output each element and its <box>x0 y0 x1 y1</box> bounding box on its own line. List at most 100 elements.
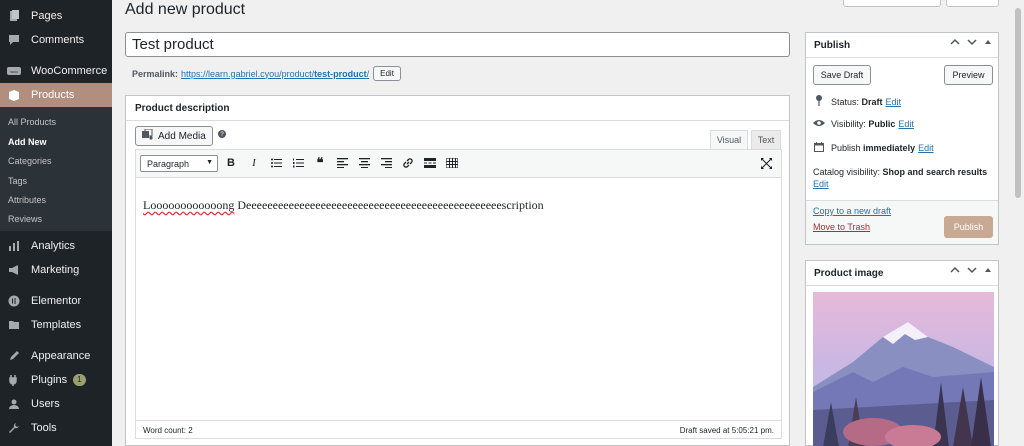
visibility-row: Visibility: Public Edit <box>813 119 914 129</box>
publish-time-edit-link[interactable]: Edit <box>918 143 934 153</box>
copy-to-draft-link[interactable]: Copy to a new draft <box>813 206 891 216</box>
sidebar-item-label: Tools <box>31 422 57 434</box>
numbered-list-icon[interactable] <box>291 156 305 170</box>
product-image-thumbnail[interactable] <box>813 292 994 446</box>
read-more-icon[interactable] <box>423 156 437 170</box>
fullscreen-icon[interactable] <box>759 156 773 170</box>
submenu-item-tags[interactable]: Tags <box>8 176 27 186</box>
page-scrollbar[interactable] <box>1012 0 1024 446</box>
comments-icon <box>7 33 21 47</box>
add-media-label: Add Media <box>158 130 206 142</box>
permalink-trailing: / <box>366 68 370 79</box>
box-controls <box>950 38 992 49</box>
marketing-icon <box>7 263 21 277</box>
woocommerce-icon: woo <box>7 64 21 78</box>
sidebar-item-label: Elementor <box>31 295 82 307</box>
chevron-up-icon[interactable] <box>950 38 960 49</box>
align-left-icon[interactable] <box>335 156 349 170</box>
link-icon[interactable] <box>401 156 415 170</box>
blockquote-icon[interactable]: ❝ <box>313 155 327 170</box>
publish-actions: Copy to a new draft Move to Trash Publis… <box>806 200 998 244</box>
box-controls <box>950 266 992 277</box>
permalink-edit-button[interactable]: Edit <box>373 66 401 81</box>
product-title-input[interactable] <box>125 32 790 57</box>
visibility-label: Visibility: <box>831 119 866 129</box>
visibility-edit-link[interactable]: Edit <box>898 119 914 129</box>
status-edit-link[interactable]: Edit <box>886 97 902 107</box>
submenu-item-add-new[interactable]: Add New <box>8 137 47 147</box>
submenu-item-reviews[interactable]: Reviews <box>8 214 42 224</box>
sidebar-item-tools[interactable]: Tools <box>0 416 112 440</box>
permalink-link[interactable]: https://learn.gabriel.cyou/product/test-… <box>181 69 369 79</box>
submenu-item-attributes[interactable]: Attributes <box>8 195 46 205</box>
sidebar-item-elementor[interactable]: Elementor <box>0 289 112 313</box>
sidebar-item-label: Users <box>31 398 60 410</box>
align-right-icon[interactable] <box>379 156 393 170</box>
save-draft-button[interactable]: Save Draft <box>813 65 871 85</box>
sidebar-item-label: Templates <box>31 319 82 331</box>
content-word: Loooooooooooong <box>143 198 235 212</box>
tools-icon <box>7 421 21 435</box>
bulleted-list-icon[interactable] <box>269 156 283 170</box>
tab-text[interactable]: Text <box>751 130 781 149</box>
publish-button[interactable]: Publish <box>944 216 993 238</box>
divider <box>806 57 998 58</box>
italic-icon[interactable]: I <box>247 156 261 170</box>
editor-status-bar: Word count: 2 Draft saved at 5:05:21 pm. <box>136 420 781 438</box>
align-center-icon[interactable] <box>357 156 371 170</box>
sidebar-item-products[interactable]: Products <box>0 83 112 107</box>
chevron-up-icon[interactable] <box>950 266 960 277</box>
tab-visual[interactable]: Visual <box>710 130 748 149</box>
catalog-visibility-edit-link[interactable]: Edit <box>813 179 829 189</box>
format-select[interactable]: Paragraph ▼ <box>140 155 218 172</box>
scrollbar-thumb[interactable] <box>1015 8 1021 198</box>
draft-saved-status: Draft saved at 5:05:21 pm. <box>679 426 774 435</box>
move-to-trash-link[interactable]: Move to Trash <box>813 222 870 232</box>
sidebar-item-pages[interactable]: Pages <box>0 4 112 28</box>
submenu-item-all-products[interactable]: All Products <box>8 117 56 127</box>
collapse-icon[interactable] <box>984 38 992 49</box>
publish-heading: Publish <box>814 40 851 51</box>
toolbar-toggle-icon[interactable] <box>445 156 459 170</box>
bold-icon[interactable]: B <box>224 156 238 170</box>
analytics-icon <box>7 239 21 253</box>
templates-icon <box>7 318 21 332</box>
sidebar-item-plugins[interactable]: Plugins 1 <box>0 368 112 392</box>
submenu-item-categories[interactable]: Categories <box>8 156 52 166</box>
chevron-down-icon[interactable] <box>967 266 977 277</box>
preview-button[interactable]: Preview <box>944 65 993 85</box>
sidebar-item-users[interactable]: Users <box>0 392 112 416</box>
collapse-icon[interactable] <box>984 266 992 277</box>
users-icon <box>7 397 21 411</box>
sidebar-item-label: WooCommerce <box>31 65 108 77</box>
sidebar-item-appearance[interactable]: Appearance <box>0 344 112 368</box>
page-title: Add new product <box>125 1 246 18</box>
products-submenu: All Products Add New Categories Tags Att… <box>0 107 112 231</box>
status-value: Draft <box>861 96 883 107</box>
format-select-value: Paragraph <box>147 158 190 169</box>
pages-icon <box>7 9 21 23</box>
screen-options-button[interactable] <box>843 0 941 7</box>
help-button[interactable] <box>946 0 999 7</box>
help-icon[interactable]: ? <box>218 130 226 138</box>
sidebar-item-label: Comments <box>31 34 85 46</box>
publish-time-value: immediately <box>863 143 916 153</box>
chevron-down-icon: ▼ <box>206 159 213 166</box>
add-media-button[interactable]: Add Media <box>135 126 213 146</box>
status-label: Status: <box>831 96 860 107</box>
sidebar-item-comments[interactable]: Comments <box>0 28 112 52</box>
sidebar-item-analytics[interactable]: Analytics <box>0 234 112 258</box>
sidebar-item-woocommerce[interactable]: woo WooCommerce <box>0 59 112 83</box>
sidebar-item-label: Products <box>31 89 75 101</box>
publish-box: Publish Save Draft Preview Status: Draft… <box>805 32 999 245</box>
chevron-down-icon[interactable] <box>967 38 977 49</box>
sidebar-item-templates[interactable]: Templates <box>0 313 112 337</box>
product-description-box: Product description Add Media ? Visual T… <box>125 95 790 446</box>
pin-icon <box>813 95 825 108</box>
sidebar-item-label: Plugins <box>31 374 68 386</box>
visibility-value: Public <box>868 119 896 129</box>
catalog-visibility: Catalog visibility: Shop and search resu… <box>813 166 993 190</box>
permalink-row: Permalink: https://learn.gabriel.cyou/pr… <box>132 66 401 81</box>
editor-content[interactable]: Loooooooooooong Deeeeeeeeeeeeeeeeeeeeeee… <box>143 198 544 213</box>
sidebar-item-marketing[interactable]: Marketing <box>0 258 112 282</box>
